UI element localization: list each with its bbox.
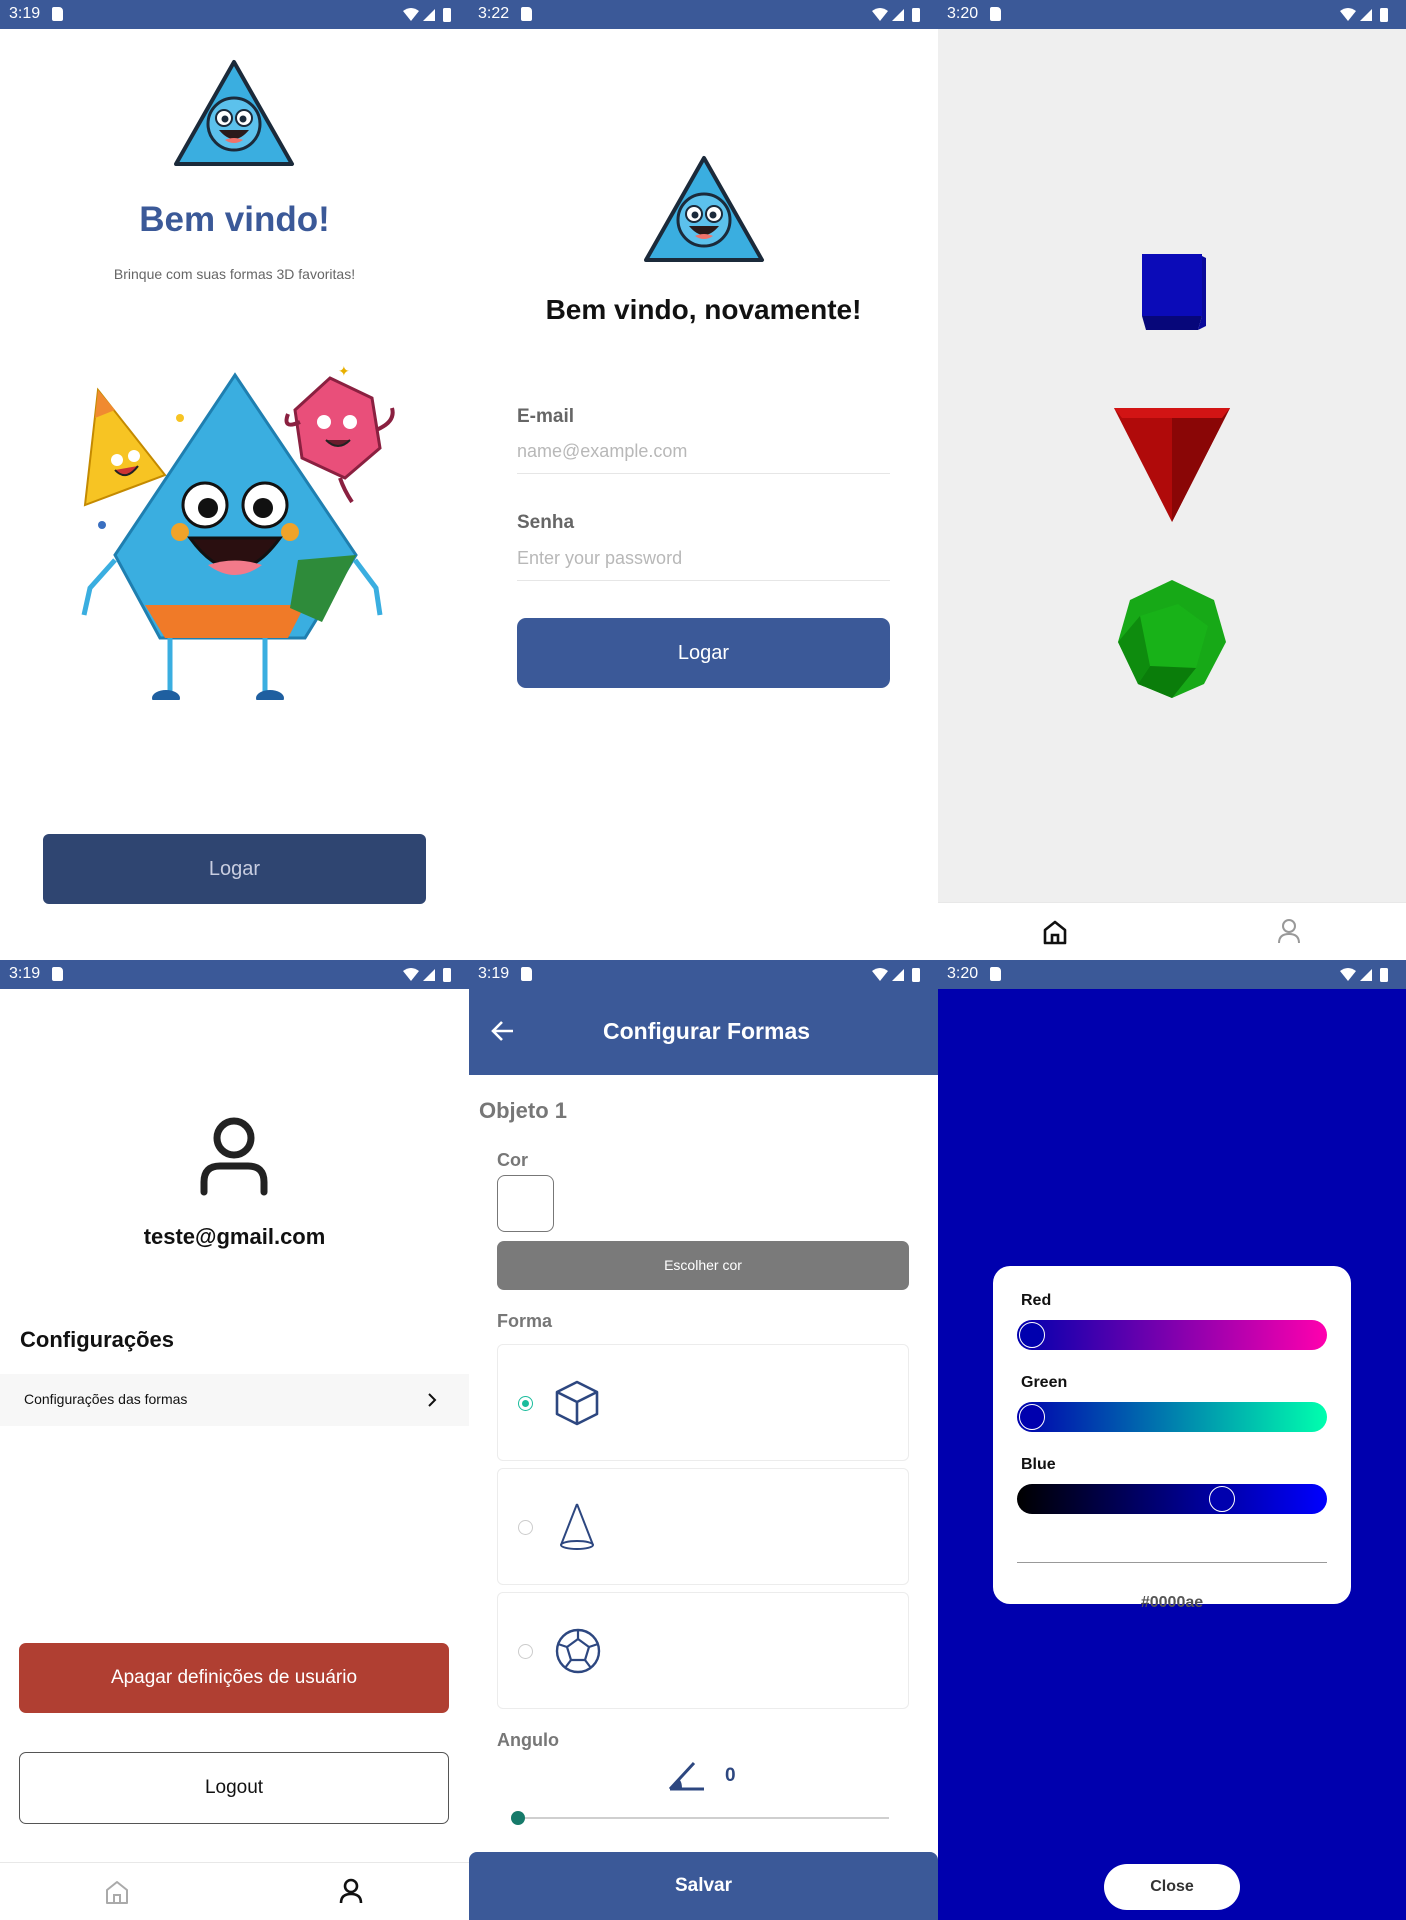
- status-bar: 3:19: [0, 960, 469, 989]
- settings-shapes-label: Configurações das formas: [24, 1391, 188, 1407]
- angle-slider-track[interactable]: [517, 1817, 889, 1819]
- cone-icon: [560, 1503, 594, 1550]
- welcome-title: Bem vindo!: [139, 200, 330, 239]
- hex-divider: [1017, 1562, 1327, 1563]
- viewer-screen: 3:20: [938, 0, 1406, 960]
- status-time: 3:19: [9, 965, 41, 982]
- svg-text:✦: ✦: [338, 363, 350, 379]
- system-status-icons: [872, 968, 920, 982]
- email-field[interactable]: name@example.com: [517, 441, 687, 462]
- password-field[interactable]: Enter your password: [517, 548, 682, 569]
- welcome-screen: 3:19 Bem vindo! Brinque com suas formas …: [0, 0, 469, 960]
- bottom-nav: [938, 902, 1406, 960]
- color-swatch: [497, 1175, 554, 1232]
- chevron-right-icon: [428, 1393, 437, 1407]
- shape-option-dodecahedron[interactable]: [497, 1592, 909, 1709]
- settings-heading: Configurações: [20, 1327, 175, 1352]
- system-status-icons: [1340, 8, 1388, 22]
- cone-shape[interactable]: [1112, 404, 1232, 524]
- cone-radio[interactable]: [518, 1520, 533, 1535]
- shape-label: Forma: [497, 1311, 553, 1331]
- status-time: 3:20: [947, 965, 979, 982]
- mascot-logo: [174, 60, 294, 166]
- mascot-logo: [644, 156, 764, 262]
- color-picker-screen: 3:20 Red Green Blue #0000ae Close: [938, 960, 1406, 1920]
- cube-radio[interactable]: [518, 1396, 533, 1411]
- choose-color-button[interactable]: Escolher cor: [497, 1241, 909, 1290]
- sd-card-icon: [52, 7, 63, 21]
- welcome-login-button[interactable]: Logar: [43, 834, 426, 904]
- person-icon[interactable]: [338, 1877, 364, 1905]
- sd-card-icon: [521, 967, 532, 981]
- sd-card-icon: [990, 967, 1001, 981]
- mascot-illustration: ✦: [81, 363, 395, 700]
- status-time: 3:22: [478, 5, 510, 22]
- angle-label: Angulo: [497, 1730, 559, 1750]
- object-title: Objeto 1: [479, 1098, 568, 1123]
- cube-icon: [555, 1380, 599, 1426]
- status-bar: 3:19: [469, 960, 938, 989]
- email-label: E-mail: [517, 406, 575, 427]
- status-time: 3:20: [947, 5, 979, 22]
- status-bar: 3:20: [938, 960, 1406, 989]
- green-slider[interactable]: [1017, 1402, 1327, 1432]
- config-screen: 3:19 Configurar Formas Objeto 1 Cor Esco…: [469, 960, 938, 1920]
- login-screen: 3:22 Bem vindo, novamente! E-mail name@e…: [469, 0, 938, 960]
- angle-value: 0: [725, 1765, 736, 1786]
- status-bar: 3:22: [469, 0, 938, 29]
- status-bar: 3:20: [938, 0, 1406, 29]
- angle-slider-thumb[interactable]: [511, 1811, 525, 1825]
- close-button[interactable]: Close: [1104, 1864, 1240, 1910]
- email-underline: [517, 473, 890, 474]
- system-status-icons: [403, 968, 451, 982]
- login-title: Bem vindo, novamente!: [545, 294, 862, 325]
- sd-card-icon: [990, 7, 1001, 21]
- red-slider[interactable]: [1017, 1320, 1327, 1350]
- color-picker-card: Red Green Blue #0000ae: [993, 1266, 1351, 1611]
- color-label: Cor: [497, 1150, 528, 1170]
- red-label: Red: [1021, 1292, 1052, 1309]
- password-label: Senha: [517, 512, 575, 533]
- delete-user-settings-button[interactable]: Apagar definições de usuário: [19, 1643, 449, 1713]
- home-icon[interactable]: [1041, 918, 1069, 946]
- user-avatar-icon: [200, 1117, 268, 1196]
- settings-shapes-item[interactable]: Configurações das formas: [0, 1374, 469, 1426]
- system-status-icons: [1340, 968, 1388, 982]
- sd-card-icon: [52, 967, 63, 981]
- blue-slider[interactable]: [1017, 1484, 1327, 1514]
- cube-shape[interactable]: [1140, 252, 1206, 332]
- blue-label: Blue: [1021, 1456, 1056, 1473]
- user-email: teste@gmail.com: [143, 1224, 326, 1249]
- red-slider-thumb[interactable]: [1019, 1322, 1045, 1348]
- sd-card-icon: [521, 7, 532, 21]
- status-bar: 3:19: [0, 0, 469, 29]
- password-underline: [517, 580, 890, 581]
- home-icon[interactable]: [103, 1878, 131, 1906]
- system-status-icons: [872, 8, 920, 22]
- blue-slider-thumb[interactable]: [1209, 1486, 1236, 1512]
- page-title: Configurar Formas: [603, 1018, 811, 1044]
- green-slider-thumb[interactable]: [1019, 1404, 1045, 1430]
- welcome-subtitle: Brinque com suas formas 3D favoritas!: [113, 266, 356, 282]
- status-time: 3:19: [9, 5, 41, 22]
- person-icon[interactable]: [1276, 917, 1302, 945]
- bottom-nav: [0, 1862, 469, 1920]
- green-label: Green: [1021, 1374, 1068, 1391]
- angle-icon: [668, 1761, 704, 1791]
- save-button[interactable]: Salvar: [469, 1852, 938, 1920]
- app-bar: Configurar Formas: [469, 989, 938, 1075]
- back-arrow-icon[interactable]: [491, 1020, 515, 1042]
- shape-option-cube[interactable]: [497, 1344, 909, 1461]
- status-time: 3:19: [478, 965, 510, 982]
- profile-screen: 3:19 teste@gmail.com Configurações Confi…: [0, 960, 469, 1920]
- hex-value[interactable]: #0000ae: [993, 1594, 1351, 1612]
- logout-button[interactable]: Logout: [19, 1752, 449, 1824]
- dodecahedron-shape[interactable]: [1116, 576, 1228, 700]
- shape-option-cone[interactable]: [497, 1468, 909, 1585]
- dodecahedron-icon: [555, 1628, 601, 1674]
- system-status-icons: [403, 8, 451, 22]
- login-button[interactable]: Logar: [517, 618, 890, 688]
- dodecahedron-radio[interactable]: [518, 1644, 533, 1659]
